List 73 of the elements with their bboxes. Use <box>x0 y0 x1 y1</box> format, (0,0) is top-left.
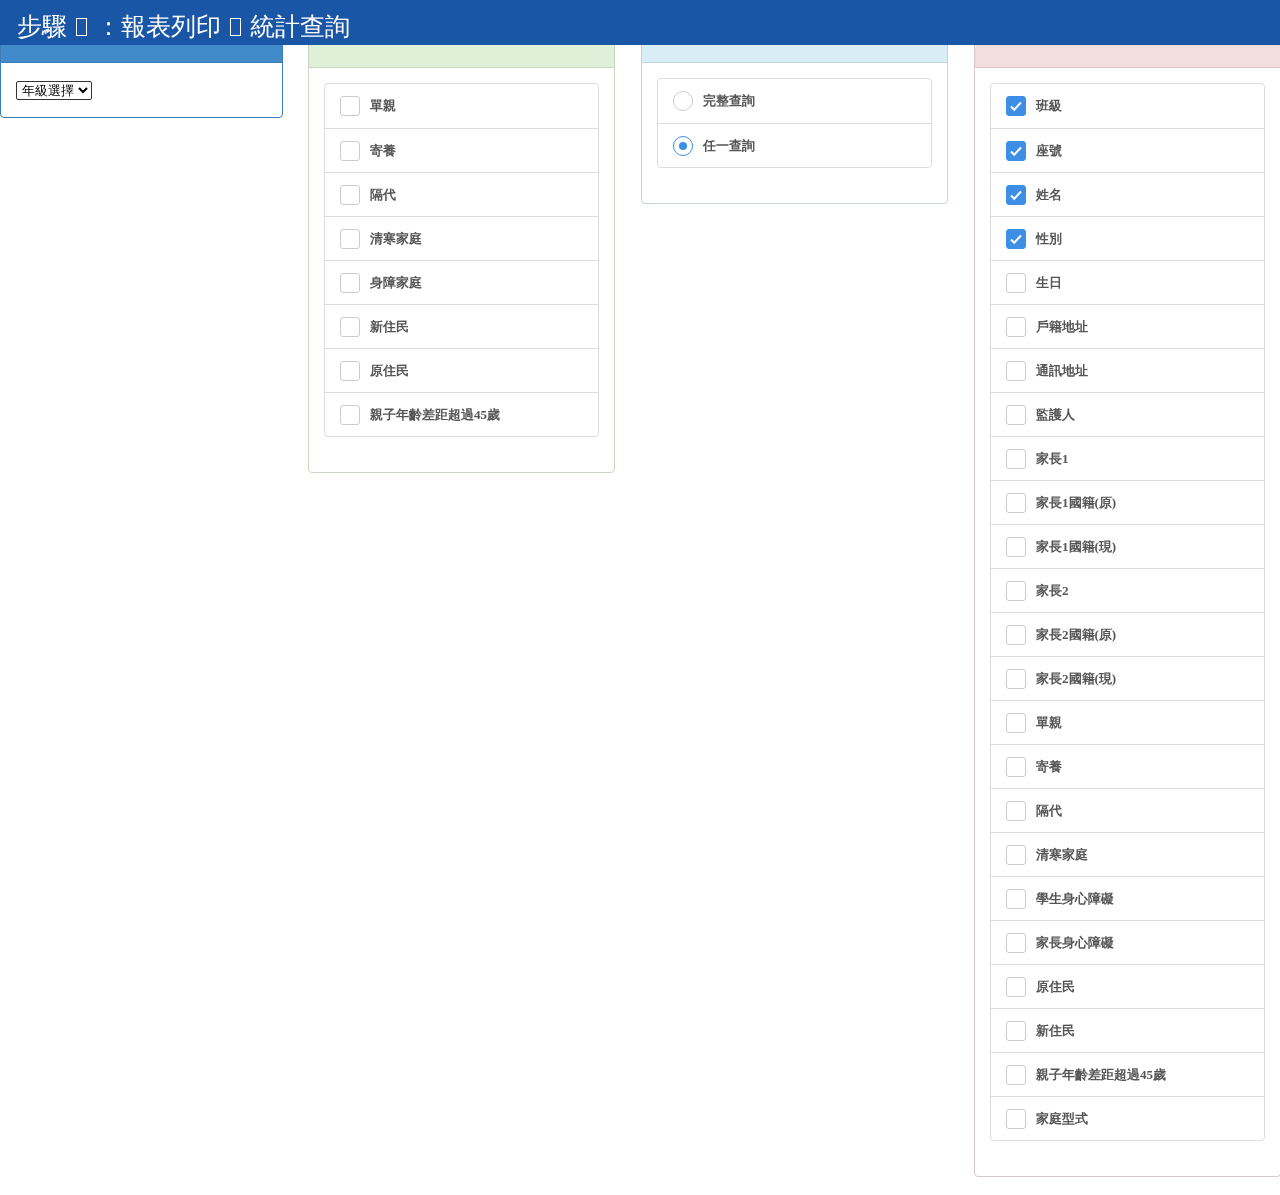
option-label: 家長2國籍(現) <box>1036 669 1117 688</box>
checkbox[interactable] <box>1006 536 1026 557</box>
checkbox[interactable] <box>1006 1020 1026 1041</box>
checkbox[interactable] <box>1006 800 1026 821</box>
option-label: 原住民 <box>370 361 409 380</box>
title-text: ：報表列印 <box>96 11 221 42</box>
checkbox[interactable] <box>340 404 360 425</box>
checkbox[interactable] <box>1006 1108 1026 1129</box>
checkbox[interactable] <box>1006 712 1026 733</box>
option-label: 戶籍地址 <box>1036 317 1088 336</box>
checkbox[interactable] <box>340 184 360 205</box>
checkbox[interactable] <box>340 140 360 161</box>
option-label: 清寒家庭 <box>1036 845 1088 864</box>
option-label: 家長2國籍(原) <box>1036 625 1117 644</box>
checkbox[interactable] <box>1006 272 1026 293</box>
option-label: 新住民 <box>370 317 409 336</box>
option-label: 清寒家庭 <box>370 229 422 248</box>
checkbox[interactable] <box>1006 360 1026 381</box>
option-label: 寄養 <box>1036 757 1062 776</box>
checkbox[interactable] <box>1006 580 1026 601</box>
option-label: 身障家庭 <box>370 273 422 292</box>
missing-glyph-icon <box>76 17 87 36</box>
grade-select[interactable]: 年級選擇 <box>16 81 92 100</box>
option-label: 家長2 <box>1036 581 1069 600</box>
option-label: 隔代 <box>1036 801 1062 820</box>
checkbox[interactable] <box>340 272 360 293</box>
checkbox[interactable] <box>1006 932 1026 953</box>
option-label: 學生身心障礙 <box>1036 889 1114 908</box>
checkbox[interactable] <box>340 228 360 249</box>
checkbox[interactable] <box>1006 316 1026 337</box>
checkbox[interactable] <box>1006 888 1026 909</box>
title-text: 步驟 <box>17 11 67 42</box>
checkbox[interactable] <box>1006 140 1026 161</box>
checkbox[interactable] <box>340 316 360 337</box>
checkbox[interactable] <box>1006 1064 1026 1085</box>
missing-glyph-icon <box>230 17 241 36</box>
option-label: 完整查詢 <box>703 92 755 111</box>
checkbox[interactable] <box>1006 448 1026 469</box>
option-label: 任一查詢 <box>703 136 755 155</box>
option-label: 原住民 <box>1036 977 1075 996</box>
title-text: 統計查詢 <box>250 11 350 42</box>
option-label: 生日 <box>1036 273 1062 292</box>
option-label: 家長1國籍(原) <box>1036 493 1117 512</box>
checkbox[interactable] <box>1006 492 1026 513</box>
check-icon <box>1009 99 1023 113</box>
checkbox[interactable] <box>1006 96 1026 116</box>
option-label: 新住民 <box>1036 1021 1075 1040</box>
option-label: 寄養 <box>370 141 396 160</box>
checkbox[interactable] <box>1006 976 1026 997</box>
option-label: 單親 <box>1036 713 1062 732</box>
checkbox[interactable] <box>1006 184 1026 205</box>
checkbox[interactable] <box>1006 228 1026 249</box>
option-label: 隔代 <box>370 185 396 204</box>
option-label: 親子年齡差距超過45歲 <box>1036 1065 1166 1084</box>
option-label: 家長1 <box>1036 449 1069 468</box>
option-label: 家長1國籍(現) <box>1036 537 1117 556</box>
option-label: 親子年齡差距超過45歲 <box>370 405 500 424</box>
option-label: 單親 <box>370 97 396 116</box>
checkbox[interactable] <box>1006 756 1026 777</box>
option-label: 座號 <box>1036 141 1062 160</box>
option-label: 家庭型式 <box>1036 1109 1088 1128</box>
checkbox[interactable] <box>1006 404 1026 425</box>
option-label: 性別 <box>1036 229 1062 248</box>
option-label: 姓名 <box>1036 185 1062 204</box>
option-label: 監護人 <box>1036 405 1075 424</box>
option-label: 班級 <box>1036 97 1062 116</box>
checkbox[interactable] <box>1006 624 1026 645</box>
checkbox[interactable] <box>1006 668 1026 689</box>
checkbox[interactable] <box>340 360 360 381</box>
checkbox[interactable] <box>1006 844 1026 865</box>
checkbox[interactable] <box>340 96 360 116</box>
option-label: 通訊地址 <box>1036 361 1088 380</box>
option-label: 家長身心障礙 <box>1036 933 1114 952</box>
